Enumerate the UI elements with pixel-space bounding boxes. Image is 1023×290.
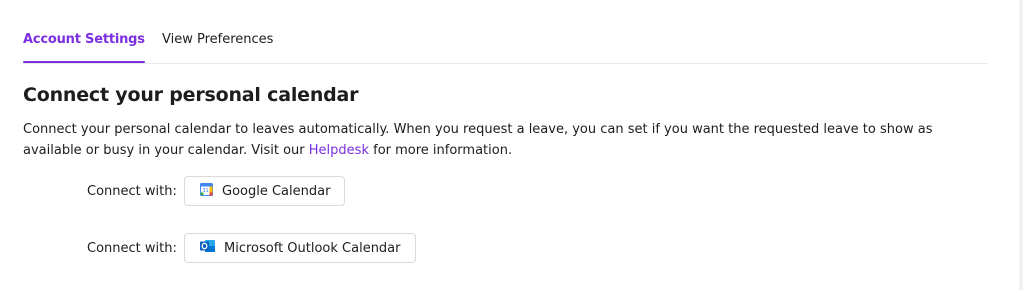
- tab-view-preferences-label: View Preferences: [162, 32, 274, 47]
- description-text-end: for more information.: [368, 143, 513, 158]
- section-title: Connect your personal calendar: [23, 84, 359, 106]
- outlook-icon: [200, 239, 215, 257]
- tab-account-settings-label: Account Settings: [23, 32, 145, 47]
- outlook-calendar-button-label: Microsoft Outlook Calendar: [224, 240, 401, 256]
- tab-view-preferences[interactable]: View Preferences: [162, 31, 273, 49]
- tab-account-settings[interactable]: Account Settings: [23, 31, 145, 63]
- outlook-calendar-button[interactable]: Microsoft Outlook Calendar: [184, 233, 416, 263]
- section-description: Connect your personal calendar to leaves…: [23, 119, 993, 161]
- google-calendar-icon: 31: [200, 182, 213, 200]
- scrollbar-track[interactable]: [1019, 0, 1023, 290]
- helpdesk-link[interactable]: Helpdesk: [309, 143, 369, 158]
- connect-with-label: Connect with:: [87, 184, 177, 199]
- calendar-settings-page: Account Settings View Preferences Connec…: [0, 0, 1023, 290]
- connect-with-label: Connect with:: [87, 241, 177, 256]
- active-tab-indicator: [23, 61, 145, 63]
- google-calendar-button-label: Google Calendar: [222, 183, 331, 199]
- settings-tabs: Account Settings View Preferences: [23, 0, 988, 64]
- google-calendar-button[interactable]: 31 Google Calendar: [184, 176, 346, 206]
- svg-text:31: 31: [202, 188, 208, 194]
